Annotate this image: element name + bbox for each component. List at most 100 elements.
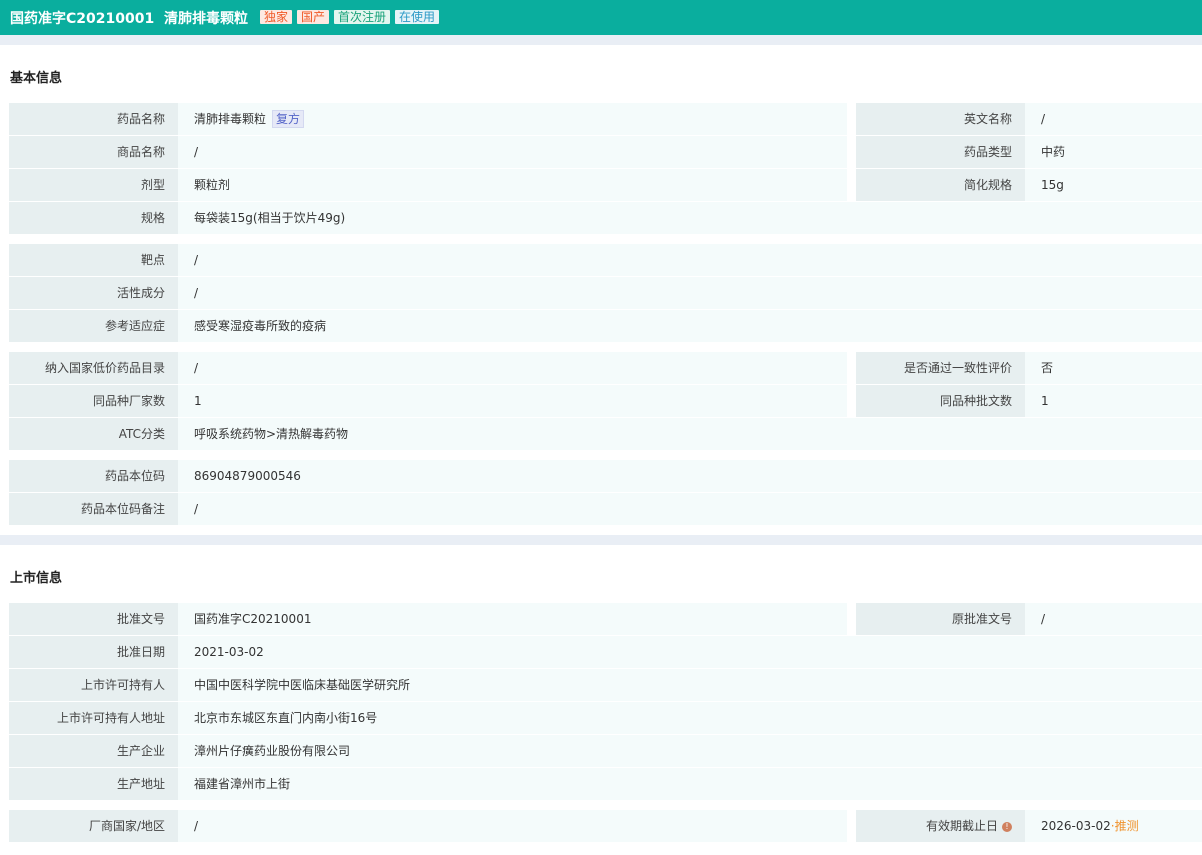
field-label: 原批准文号 bbox=[856, 603, 1025, 635]
field-value-text: 中国中医科学院中医临床基础医学研究所 bbox=[194, 678, 411, 692]
field-value-text: 15g bbox=[1041, 178, 1064, 192]
field-row: 参考适应症 感受寒湿疫毒所致的疫病 bbox=[9, 310, 1202, 342]
field-row: 上市许可持有人地址 北京市东城区东直门内南小街16号 bbox=[9, 702, 1202, 734]
field-value-text: 颗粒剂 bbox=[194, 178, 231, 192]
field-value: 清肺排毒颗粒 复方 bbox=[178, 103, 847, 135]
field-label: 活性成分 bbox=[9, 277, 178, 309]
field-value-text: / bbox=[194, 819, 199, 833]
field-value-text: 漳州片仔癀药业股份有限公司 bbox=[194, 744, 351, 758]
field-value-text: 86904879000546 bbox=[194, 469, 301, 483]
field-value: 福建省漳州市上街 bbox=[178, 768, 1202, 800]
field-value: 2026-03-02·推测 bbox=[1025, 810, 1202, 842]
field-value-text: / bbox=[194, 361, 199, 375]
field-value-text: / bbox=[194, 286, 199, 300]
field-value-text: 2026-03-02 bbox=[1041, 819, 1111, 833]
field-row: 批准日期 2021-03-02 bbox=[9, 636, 1202, 668]
field-value: 漳州片仔癀药业股份有限公司 bbox=[178, 735, 1202, 767]
field-row: 同品种厂家数 1 同品种批文数 1 bbox=[9, 385, 1202, 417]
field-label: 同品种厂家数 bbox=[9, 385, 178, 417]
field-value: 北京市东城区东直门内南小街16号 bbox=[178, 702, 1202, 734]
section-title: 上市信息 bbox=[10, 571, 63, 586]
divider bbox=[0, 35, 1202, 45]
field-value: 国药准字C20210001 bbox=[178, 603, 847, 635]
field-value: 每袋装15g(相当于饮片49g) bbox=[178, 202, 1202, 234]
field-row: 厂商国家/地区 / 有效期截止日! 2026-03-02·推测 bbox=[9, 810, 1202, 842]
field-value: 1 bbox=[178, 385, 847, 417]
field-value: / bbox=[178, 136, 847, 168]
header-bar: 国药准字C20210001 清肺排毒颗粒 独家 国产 首次注册 在使用 bbox=[0, 0, 1202, 35]
field-value: 感受寒湿疫毒所致的疫病 bbox=[178, 310, 1202, 342]
field-row: 生产企业 漳州片仔癀药业股份有限公司 bbox=[9, 735, 1202, 767]
field-value-text: 否 bbox=[1041, 361, 1054, 375]
field-label: 厂商国家/地区 bbox=[9, 810, 178, 842]
field-label-text: 简化规格 bbox=[963, 178, 1012, 192]
section-basic: 基本信息 药品名称 清肺排毒颗粒 复方 英文名称 / 商品名称 / 药品类型 中药 剂型 颗粒剂 简化规… bbox=[0, 45, 1202, 525]
field-label-text: 英文名称 bbox=[963, 112, 1012, 126]
field-row: 靶点 / bbox=[9, 244, 1202, 276]
field-value-text: / bbox=[1041, 612, 1046, 626]
field-label: 上市许可持有人地址 bbox=[9, 702, 178, 734]
info-icon[interactable]: ! bbox=[1002, 821, 1012, 832]
field-value: / bbox=[178, 244, 1202, 276]
field-value: 1 bbox=[1025, 385, 1202, 417]
status-tag: 首次注册 bbox=[333, 10, 390, 24]
field-label: 靶点 bbox=[9, 244, 178, 276]
field-value: / bbox=[1025, 603, 1202, 635]
field-value: 中药 bbox=[1025, 136, 1202, 168]
field-label: 英文名称 bbox=[856, 103, 1025, 135]
field-label: 药品本位码备注 bbox=[9, 493, 178, 525]
field-value: / bbox=[178, 493, 1202, 525]
field-group: 药品本位码 86904879000546 药品本位码备注 / bbox=[9, 460, 1202, 525]
field-label: 生产地址 bbox=[9, 768, 178, 800]
field-value-text: 国药准字C20210001 bbox=[194, 612, 312, 626]
field-label: 商品名称 bbox=[9, 136, 178, 168]
field-value-text: 1 bbox=[194, 394, 202, 408]
divider bbox=[0, 535, 1202, 545]
field-row: 活性成分 / bbox=[9, 277, 1202, 309]
field-value-text: 清肺排毒颗粒 bbox=[194, 112, 267, 126]
field-value-text: 感受寒湿疫毒所致的疫病 bbox=[194, 319, 327, 333]
field-value-text: 2021-03-02 bbox=[194, 645, 264, 659]
estimated-label: ·推测 bbox=[1110, 819, 1139, 833]
field-value: / bbox=[178, 352, 847, 384]
field-value: / bbox=[178, 277, 1202, 309]
field-group: 纳入国家低价药品目录 / 是否通过一致性评价 否同品种厂家数 1 同品种批文数 1 ATC分类… bbox=[9, 352, 1202, 450]
field-group: 批准文号 国药准字C20210001 原批准文号 / 批准日期 2021-03-02 上市许… bbox=[9, 603, 1202, 800]
field-label-text: 同品种批文数 bbox=[939, 394, 1012, 408]
field-row: 药品本位码备注 / bbox=[9, 493, 1202, 525]
status-tag: 在使用 bbox=[395, 10, 440, 24]
field-value-text: / bbox=[194, 253, 199, 267]
field-label: 规格 bbox=[9, 202, 178, 234]
field-value: 2021-03-02 bbox=[178, 636, 1202, 668]
field-label: 批准文号 bbox=[9, 603, 178, 635]
field-value-text: 每袋装15g(相当于饮片49g) bbox=[194, 211, 346, 225]
field-label: ATC分类 bbox=[9, 418, 178, 450]
compound-badge: 复方 bbox=[272, 110, 305, 128]
field-row: 纳入国家低价药品目录 / 是否通过一致性评价 否 bbox=[9, 352, 1202, 384]
field-label: 有效期截止日! bbox=[856, 810, 1025, 842]
field-group: 靶点 / 活性成分 / 参考适应症 感受寒湿疫毒所致的疫病 bbox=[9, 244, 1202, 342]
field-label-text: 原批准文号 bbox=[951, 612, 1012, 626]
field-row: 上市许可持有人 中国中医科学院中医临床基础医学研究所 bbox=[9, 669, 1202, 701]
field-label: 简化规格 bbox=[856, 169, 1025, 201]
field-label: 上市许可持有人 bbox=[9, 669, 178, 701]
field-label: 药品名称 bbox=[9, 103, 178, 135]
field-value: 86904879000546 bbox=[178, 460, 1202, 492]
field-value: 否 bbox=[1025, 352, 1202, 384]
field-value-text: / bbox=[194, 145, 199, 159]
field-value-text: / bbox=[194, 502, 199, 516]
field-value-text: / bbox=[1041, 112, 1046, 126]
field-value-text: 北京市东城区东直门内南小街16号 bbox=[194, 711, 378, 725]
field-label-text: 药品类型 bbox=[963, 145, 1012, 159]
field-label: 药品本位码 bbox=[9, 460, 178, 492]
field-value: 呼吸系统药物>清热解毒药物 bbox=[178, 418, 1202, 450]
field-value: 中国中医科学院中医临床基础医学研究所 bbox=[178, 669, 1202, 701]
field-row: ATC分类 呼吸系统药物>清热解毒药物 bbox=[9, 418, 1202, 450]
field-row: 批准文号 国药准字C20210001 原批准文号 / bbox=[9, 603, 1202, 635]
field-value: / bbox=[1025, 103, 1202, 135]
section-title: 基本信息 bbox=[10, 71, 63, 86]
field-label-text: 是否通过一致性评价 bbox=[903, 361, 1012, 375]
field-label: 是否通过一致性评价 bbox=[856, 352, 1025, 384]
field-label: 批准日期 bbox=[9, 636, 178, 668]
field-row: 药品名称 清肺排毒颗粒 复方 英文名称 / bbox=[9, 103, 1202, 135]
